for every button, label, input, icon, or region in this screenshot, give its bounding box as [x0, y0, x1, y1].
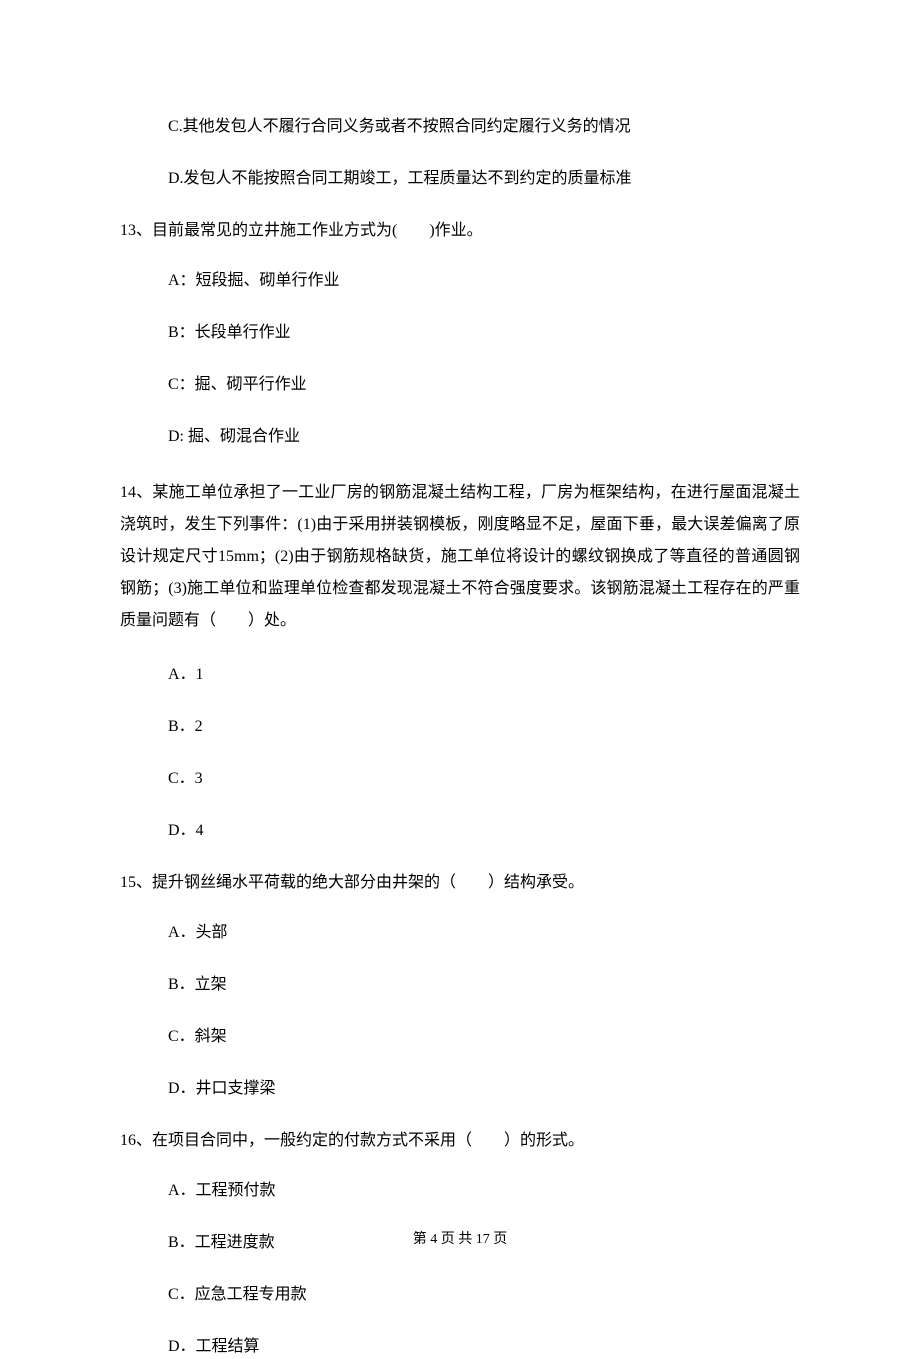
continued-option-c: C.其他发包人不履行合同义务或者不按照合同约定履行义务的情况 [120, 115, 800, 139]
option-c: C：掘、砌平行作业 [120, 373, 800, 397]
option-c: C．应急工程专用款 [120, 1283, 800, 1307]
option-d: D．工程结算 [120, 1335, 800, 1359]
question-text: 某施工单位承担了一工业厂房的钢筋混凝土结构工程，厂房为框架结构，在进行屋面混凝土… [120, 484, 800, 629]
page-footer: 第 4 页 共 17 页 [0, 1229, 920, 1250]
question-text: 提升钢丝绳水平荷载的绝大部分由井架的（ ）结构承受。 [152, 874, 584, 891]
continued-option-d: D.发包人不能按照合同工期竣工，工程质量达不到约定的质量标准 [120, 167, 800, 191]
question-15: 15、提升钢丝绳水平荷载的绝大部分由井架的（ ）结构承受。 [120, 871, 800, 895]
option-c: C．3 [120, 767, 800, 791]
option-d: D．4 [120, 819, 800, 843]
question-16: 16、在项目合同中，一般约定的付款方式不采用（ ）的形式。 [120, 1129, 800, 1153]
question-14: 14、某施工单位承担了一工业厂房的钢筋混凝土结构工程，厂房为框架结构，在进行屋面… [120, 477, 800, 637]
option-d: D．井口支撑梁 [120, 1077, 800, 1101]
question-13-options: A：短段掘、砌单行作业 B：长段单行作业 C：掘、砌平行作业 D: 掘、砌混合作… [120, 269, 800, 449]
option-b: B．2 [120, 715, 800, 739]
question-number: 14、 [120, 484, 152, 501]
question-14-options: A．1 B．2 C．3 D．4 [120, 663, 800, 843]
option-d: D: 掘、砌混合作业 [120, 425, 800, 449]
option-b: B：长段单行作业 [120, 321, 800, 345]
question-number: 16、 [120, 1132, 152, 1149]
option-c: C．斜架 [120, 1025, 800, 1049]
option-b: B．立架 [120, 973, 800, 997]
question-text: 目前最常见的立井施工作业方式为( )作业。 [152, 222, 483, 239]
question-text: 在项目合同中，一般约定的付款方式不采用（ ）的形式。 [152, 1132, 584, 1149]
option-a: A．头部 [120, 921, 800, 945]
question-number: 15、 [120, 874, 152, 891]
question-number: 13、 [120, 222, 152, 239]
option-a: A．1 [120, 663, 800, 687]
page-content: C.其他发包人不履行合同义务或者不按照合同约定履行义务的情况 D.发包人不能按照… [0, 0, 920, 1359]
question-16-options: A．工程预付款 B．工程进度款 C．应急工程专用款 D．工程结算 [120, 1179, 800, 1359]
option-a: A．工程预付款 [120, 1179, 800, 1203]
question-15-options: A．头部 B．立架 C．斜架 D．井口支撑梁 [120, 921, 800, 1101]
option-a: A：短段掘、砌单行作业 [120, 269, 800, 293]
question-13: 13、目前最常见的立井施工作业方式为( )作业。 [120, 219, 800, 243]
